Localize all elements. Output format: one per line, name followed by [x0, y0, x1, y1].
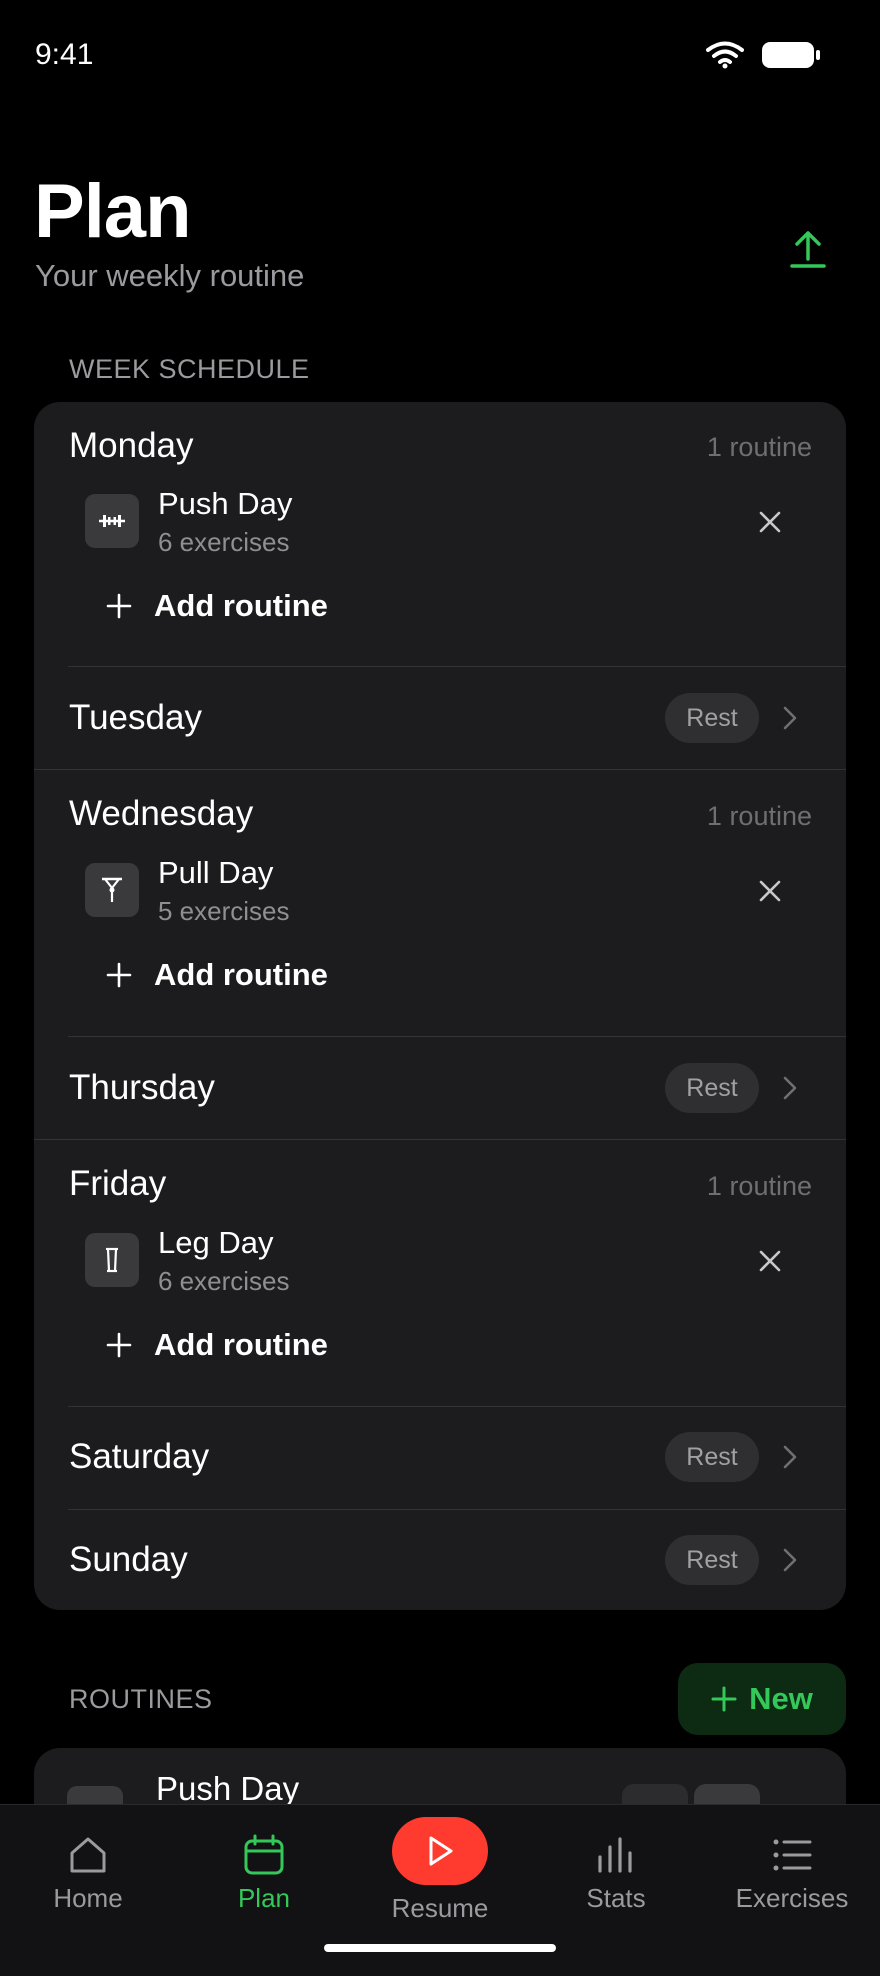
play-icon [429, 1836, 453, 1866]
tab-exercises[interactable]: Exercises [704, 1805, 880, 1914]
battery-icon [762, 42, 820, 68]
day-sunday: Sunday [69, 1540, 188, 1579]
tab-home-label: Home [53, 1883, 123, 1913]
tab-plan-label: Plan [237, 1883, 291, 1913]
tab-exercises-label: Exercises [735, 1883, 849, 1913]
home-indicator [324, 1944, 556, 1952]
plus-icon [106, 1332, 132, 1358]
routines-label: ROUTINES [69, 1684, 213, 1714]
add-routine-label: Add routine [154, 957, 328, 992]
chevron-right-icon [783, 1076, 797, 1100]
new-routine-label: New [749, 1681, 813, 1716]
page-subtitle: Your weekly routine [35, 258, 305, 293]
rest-badge: Rest [665, 693, 759, 743]
day-friday-count: 1 routine [706, 1171, 812, 1201]
dumbbell-icon [85, 494, 139, 548]
divider [68, 1406, 846, 1407]
status-time: 9:41 [35, 38, 94, 71]
rest-badge: Rest [665, 1063, 759, 1113]
day-friday: Friday [69, 1164, 167, 1203]
tab-stats[interactable]: Stats [528, 1805, 704, 1914]
day-saturday: Saturday [69, 1437, 210, 1476]
week-schedule-card: Monday 1 routine Push Day 6 exercises Ad… [34, 402, 846, 1610]
status-icons [706, 40, 820, 70]
rest-badge: Rest [665, 1432, 759, 1482]
page-title: Plan [34, 169, 191, 254]
home-icon [70, 1837, 106, 1873]
routine-exercise-count: 6 exercises [158, 1266, 290, 1296]
add-routine-button[interactable]: Add routine [106, 957, 328, 993]
rest-badge: Rest [665, 1535, 759, 1585]
divider [68, 1036, 846, 1037]
routine-name[interactable]: Push Day [158, 486, 292, 522]
share-upload-button[interactable] [786, 226, 830, 270]
chevron-right-icon [783, 1445, 797, 1469]
tab-home[interactable]: Home [0, 1805, 176, 1914]
divider [68, 1509, 846, 1510]
plus-icon [106, 962, 132, 988]
close-icon[interactable] [754, 506, 786, 538]
day-wednesday-count: 1 routine [706, 801, 812, 831]
routine-name[interactable]: Leg Day [158, 1225, 273, 1261]
close-icon[interactable] [754, 1245, 786, 1277]
divider [68, 666, 846, 667]
new-routine-button[interactable]: New [678, 1663, 846, 1735]
list-icon [773, 1839, 812, 1871]
add-routine-button[interactable]: Add routine [106, 588, 328, 624]
day-monday: Monday [69, 426, 194, 465]
divider [34, 769, 846, 770]
day-tuesday: Tuesday [69, 698, 202, 737]
upload-icon [790, 231, 826, 268]
resume-pill [392, 1817, 488, 1885]
add-routine-label: Add routine [154, 588, 328, 623]
wifi-icon [706, 41, 744, 69]
divider [34, 1139, 846, 1140]
routine-exercise-count: 5 exercises [158, 896, 290, 926]
leg-icon [85, 1233, 139, 1287]
chevron-right-icon [783, 1548, 797, 1572]
routine-card-name: Push Day [156, 1770, 300, 1807]
add-routine-button[interactable]: Add routine [106, 1327, 328, 1363]
day-monday-count: 1 routine [706, 432, 812, 462]
bar-chart-icon [598, 1837, 632, 1873]
pullup-icon [85, 863, 139, 917]
plus-icon [711, 1686, 737, 1712]
tab-resume-label: Resume [391, 1893, 489, 1923]
tab-stats-label: Stats [586, 1883, 646, 1913]
day-thursday: Thursday [69, 1068, 215, 1107]
add-routine-label: Add routine [154, 1327, 328, 1362]
routine-exercise-count: 6 exercises [158, 527, 290, 557]
chevron-right-icon [783, 706, 797, 730]
routine-name[interactable]: Pull Day [158, 855, 273, 891]
plus-icon [106, 593, 132, 619]
day-wednesday: Wednesday [69, 794, 254, 833]
tab-resume[interactable]: Resume [352, 1805, 528, 1924]
tab-plan[interactable]: Plan [176, 1805, 352, 1914]
week-schedule-label: WEEK SCHEDULE [69, 354, 310, 384]
calendar-icon [244, 1834, 284, 1875]
close-icon[interactable] [754, 875, 786, 907]
